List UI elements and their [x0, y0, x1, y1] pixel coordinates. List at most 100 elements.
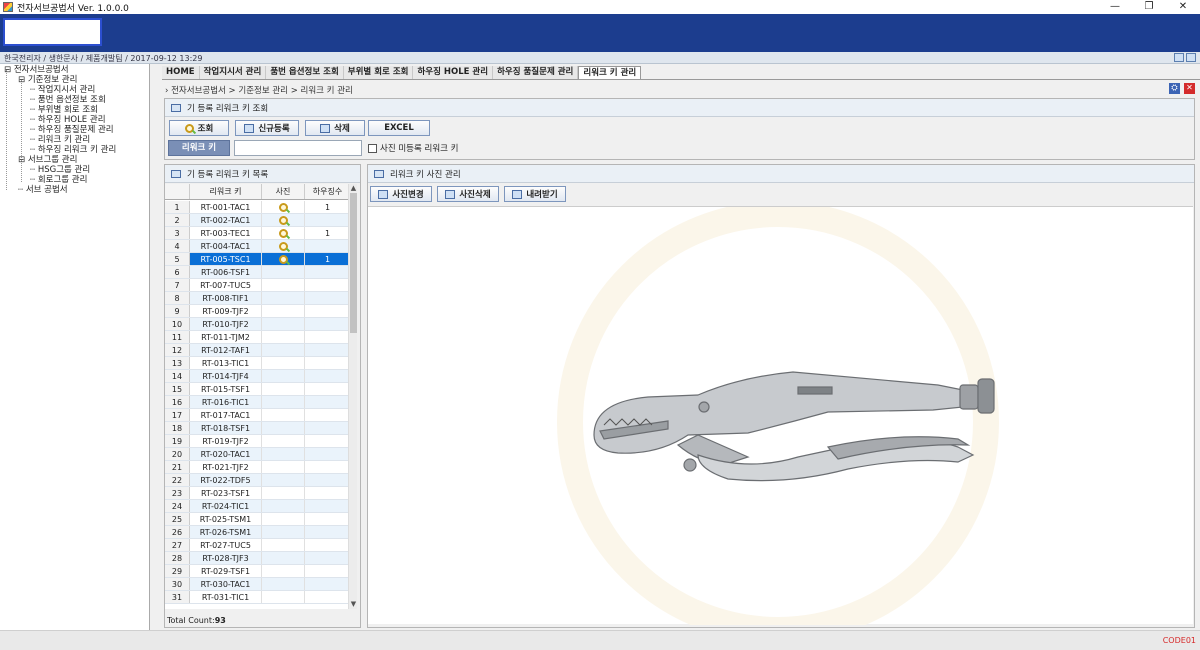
photo-cell[interactable] [262, 266, 305, 278]
photo-cell[interactable] [262, 370, 305, 382]
table-row[interactable]: 8 RT-008-TIF1 [165, 292, 350, 305]
tree-item-housing-quality[interactable]: ┈ 하우징 품질문제 관리 [30, 125, 114, 135]
rework-key-cell[interactable]: RT-029-TSF1 [190, 565, 262, 577]
minimize-button[interactable]: — [1098, 0, 1132, 14]
table-row[interactable]: 25 RT-025-TSM1 [165, 513, 350, 526]
table-row[interactable]: 18 RT-018-TSF1 [165, 422, 350, 435]
rework-key-cell[interactable]: RT-006-TSF1 [190, 266, 262, 278]
table-row[interactable]: 24 RT-024-TIC1 [165, 500, 350, 513]
download-button[interactable]: 내려받기 [504, 186, 566, 202]
rework-key-cell[interactable]: RT-031-TIC1 [190, 591, 262, 603]
tab-circuit[interactable]: 부위별 회로 조회 [343, 66, 414, 79]
photo-cell[interactable] [262, 578, 305, 590]
photo-cell[interactable] [262, 552, 305, 564]
table-row[interactable]: 2 RT-002-TAC1 [165, 214, 350, 227]
photo-cell[interactable] [262, 214, 305, 226]
rework-key-cell[interactable]: RT-001-TAC1 [190, 201, 262, 213]
rework-key-cell[interactable]: RT-030-TAC1 [190, 578, 262, 590]
tab-housing-quality[interactable]: 하우징 품질문제 관리 [493, 66, 579, 79]
search-button[interactable]: 조회 [169, 120, 229, 136]
rework-key-cell[interactable]: RT-012-TAF1 [190, 344, 262, 356]
view-photo-icon[interactable] [278, 241, 288, 251]
rework-key-cell[interactable]: RT-011-TJM2 [190, 331, 262, 343]
tree-root[interactable]: ⊟ 전자서브공법서 [4, 65, 69, 75]
photo-cell[interactable] [262, 500, 305, 512]
table-row[interactable]: 10 RT-010-TJF2 [165, 318, 350, 331]
photo-cell[interactable] [262, 240, 305, 252]
excel-button[interactable]: EXCEL [368, 120, 430, 136]
rework-key-cell[interactable]: RT-028-TJF3 [190, 552, 262, 564]
new-register-button[interactable]: 신규등록 [235, 120, 299, 136]
tree-item-rework-key[interactable]: ┈ 리워크 키 관리 [30, 135, 90, 145]
photo-cell[interactable] [262, 201, 305, 213]
table-row[interactable]: 13 RT-013-TIC1 [165, 357, 350, 370]
photo-cell[interactable] [262, 487, 305, 499]
rework-key-cell[interactable]: RT-015-TSF1 [190, 383, 262, 395]
photo-cell[interactable] [262, 357, 305, 369]
table-row[interactable]: 22 RT-022-TDF5 [165, 474, 350, 487]
table-row[interactable]: 12 RT-012-TAF1 [165, 344, 350, 357]
close-button[interactable]: ✕ [1166, 0, 1200, 14]
table-row[interactable]: 6 RT-006-TSF1 [165, 266, 350, 279]
photo-cell[interactable] [262, 565, 305, 577]
close-tab-icon[interactable]: ✕ [1184, 83, 1195, 94]
photo-cell[interactable] [262, 383, 305, 395]
photo-cell[interactable] [262, 227, 305, 239]
table-row[interactable]: 9 RT-009-TJF2 [165, 305, 350, 318]
rework-key-cell[interactable]: RT-004-TAC1 [190, 240, 262, 252]
photo-cell[interactable] [262, 461, 305, 473]
table-row[interactable]: 7 RT-007-TUC5 [165, 279, 350, 292]
rework-key-cell[interactable]: RT-016-TIC1 [190, 396, 262, 408]
col-header-photo[interactable]: 사진 [262, 184, 305, 199]
table-row[interactable]: 28 RT-028-TJF3 [165, 552, 350, 565]
table-row[interactable]: 30 RT-030-TAC1 [165, 578, 350, 591]
table-row[interactable]: 15 RT-015-TSF1 [165, 383, 350, 396]
photo-cell[interactable] [262, 279, 305, 291]
photo-cell[interactable] [262, 318, 305, 330]
table-row[interactable]: 17 RT-017-TAC1 [165, 409, 350, 422]
table-row[interactable]: 1 RT-001-TAC1 1 [165, 201, 350, 214]
tab-part-option[interactable]: 품번 옵션정보 조회 [266, 66, 344, 79]
tree-item-hsg-group[interactable]: ┈ HSG그룹 관리 [30, 165, 90, 175]
table-row[interactable]: 11 RT-011-TJM2 [165, 331, 350, 344]
photo-cell[interactable] [262, 591, 305, 603]
photo-cell[interactable] [262, 539, 305, 551]
rework-key-cell[interactable]: RT-020-TAC1 [190, 448, 262, 460]
no-photo-checkbox-row[interactable]: 사진 미등록 리워크 키 [368, 142, 459, 154]
table-row[interactable]: 26 RT-026-TSM1 [165, 526, 350, 539]
photo-cell[interactable] [262, 435, 305, 447]
view-photo-icon[interactable] [278, 202, 288, 212]
window-restore-icon[interactable] [1174, 53, 1184, 62]
rework-key-cell[interactable]: RT-007-TUC5 [190, 279, 262, 291]
table-row[interactable]: 21 RT-021-TJF2 [165, 461, 350, 474]
photo-cell[interactable] [262, 344, 305, 356]
photo-cell[interactable] [262, 448, 305, 460]
scroll-up-icon[interactable]: ▲ [349, 184, 357, 193]
view-photo-icon[interactable] [278, 254, 288, 264]
tab-rework-key[interactable]: 리워크 키 관리 [578, 66, 642, 79]
tree-item-sub-method[interactable]: ┈ 서브 공법서 [18, 185, 68, 195]
photo-cell[interactable] [262, 422, 305, 434]
rework-key-cell[interactable]: RT-027-TUC5 [190, 539, 262, 551]
tree-item-housing-rework-key[interactable]: ┈ 하우징 리워크 키 관리 [30, 145, 116, 155]
rework-key-cell[interactable]: RT-014-TJF4 [190, 370, 262, 382]
tab-home[interactable]: HOME [162, 66, 200, 79]
photo-cell[interactable] [262, 526, 305, 538]
scroll-down-icon[interactable]: ▼ [349, 600, 357, 609]
rework-key-cell[interactable]: RT-010-TJF2 [190, 318, 262, 330]
rework-key-cell[interactable]: RT-022-TDF5 [190, 474, 262, 486]
table-row[interactable]: 19 RT-019-TJF2 [165, 435, 350, 448]
tree-item-circuit-group[interactable]: ┈ 회로그룹 관리 [30, 175, 87, 185]
table-row[interactable]: 14 RT-014-TJF4 [165, 370, 350, 383]
table-row[interactable]: 3 RT-003-TEC1 1 [165, 227, 350, 240]
tree-group-subgroup[interactable]: ⊟ 서브그룹 관리 [18, 155, 77, 165]
table-row[interactable]: 4 RT-004-TAC1 [165, 240, 350, 253]
table-row[interactable]: 27 RT-027-TUC5 [165, 539, 350, 552]
scroll-thumb[interactable] [350, 193, 357, 333]
rework-key-cell[interactable]: RT-013-TIC1 [190, 357, 262, 369]
maximize-button[interactable]: ❐ [1132, 0, 1166, 14]
rework-key-cell[interactable]: RT-005-TSC1 [190, 253, 262, 265]
rework-key-cell[interactable]: RT-008-TIF1 [190, 292, 262, 304]
rework-key-cell[interactable]: RT-024-TIC1 [190, 500, 262, 512]
no-photo-checkbox[interactable] [368, 143, 377, 153]
